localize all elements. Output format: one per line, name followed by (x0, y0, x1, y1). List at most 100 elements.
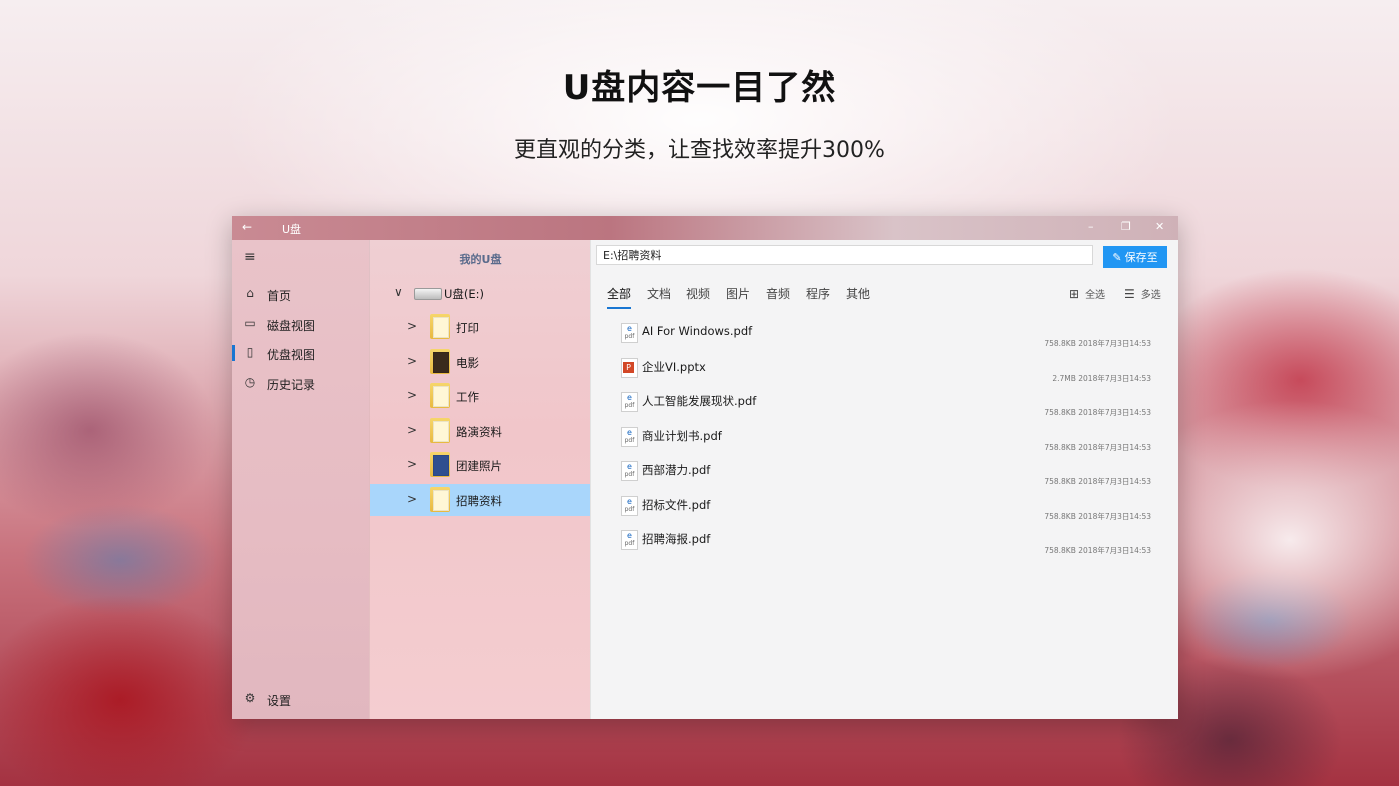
usb-drive-icon (414, 288, 442, 300)
restore-icon[interactable]: ❐ (1121, 220, 1131, 233)
file-row[interactable]: e pdf AI For Windows.pdf 758.8KB 2018年7月3… (621, 319, 1151, 353)
save-to-button[interactable]: ✎ 保存至 (1103, 246, 1167, 268)
folder-icon (430, 487, 450, 512)
file-name: 企业VI.pptx (642, 360, 706, 374)
folder-icon (430, 418, 450, 443)
pdf-file-icon: e pdf (621, 530, 638, 550)
file-row[interactable]: P 企业VI.pptx 2.7MB 2018年7月3日14:53 (621, 354, 1151, 388)
file-name: 商业计划书.pdf (642, 429, 722, 443)
tab-videos[interactable]: 视频 (686, 285, 710, 302)
grid-icon: ⊞ (1069, 287, 1080, 301)
tree-row-label: U盘(E:) (444, 287, 485, 301)
save-to-label: 保存至 (1124, 251, 1158, 264)
file-name: 招标文件.pdf (642, 498, 711, 512)
folder-icon (430, 452, 450, 477)
tree-row-label: 电影 (456, 356, 479, 370)
tab-images[interactable]: 图片 (726, 285, 750, 302)
chevron-right-icon[interactable]: > (407, 354, 417, 368)
pdf-file-icon: e pdf (621, 461, 638, 481)
tree-row-label: 团建照片 (456, 459, 502, 473)
minimize-icon[interactable]: – (1088, 220, 1094, 233)
menu-icon[interactable]: ≡ (244, 249, 256, 265)
file-row[interactable]: e pdf 西部潜力.pdf 758.8KB 2018年7月3日14:53 (621, 457, 1151, 491)
file-row[interactable]: e pdf 商业计划书.pdf 758.8KB 2018年7月3日14:53 (621, 423, 1151, 457)
sidebar-item-home[interactable]: ⌂ 首页 (232, 280, 369, 308)
file-meta: 758.8KB 2018年7月3日14:53 (1044, 339, 1151, 348)
sidebar-item-disk-view[interactable]: ▭ 磁盘视图 (232, 310, 369, 338)
sidebar-item-label: 历史记录 (267, 378, 316, 392)
sidebar: ≡ ⌂ 首页 ▭ 磁盘视图 ▯ 优盘视图 ◷ 历史记录 ⚙ 设置 (232, 240, 369, 719)
chevron-right-icon[interactable]: > (407, 423, 417, 437)
tree-row-label: 路演资料 (456, 425, 502, 439)
file-name: 招聘海报.pdf (642, 532, 711, 546)
tree-row-folder[interactable]: > 电影 (370, 346, 591, 378)
tree-row-label: 打印 (456, 321, 479, 335)
tree-row-folder[interactable]: > 路演资料 (370, 415, 591, 447)
title-bar: ← U盘 – ❐ ✕ (232, 216, 1178, 240)
sidebar-item-history[interactable]: ◷ 历史记录 (232, 369, 369, 397)
pptx-file-icon: P (621, 358, 638, 378)
folder-tree: 我的U盘 ∨ U盘(E:) > 打印 > 电影 > 工作 > 路演资料 > 团建… (369, 240, 591, 719)
file-name: 西部潜力.pdf (642, 463, 711, 477)
tree-row-label: 招聘资料 (456, 494, 502, 508)
chevron-right-icon[interactable]: > (407, 388, 417, 402)
sidebar-item-settings[interactable]: ⚙ 设置 (232, 685, 369, 713)
history-icon: ◷ (244, 375, 256, 389)
file-row[interactable]: e pdf 招聘海报.pdf 758.8KB 2018年7月3日14:53 (621, 526, 1151, 560)
chevron-right-icon[interactable]: > (407, 457, 417, 471)
multi-select-label: 多选 (1140, 290, 1161, 301)
pdf-file-icon: e pdf (621, 427, 638, 447)
path-input[interactable] (596, 245, 1093, 265)
close-icon[interactable]: ✕ (1155, 220, 1164, 233)
sidebar-item-usb-view[interactable]: ▯ 优盘视图 (232, 339, 369, 367)
file-meta: 758.8KB 2018年7月3日14:53 (1044, 546, 1151, 555)
save-icon: ✎ (1112, 251, 1122, 264)
tab-other[interactable]: 其他 (846, 285, 870, 302)
file-panel: ✎保存至 全部 文档 视频 图片 音频 程序 其他 ⊞ 全选 ☰ 多选 epdf A… (590, 240, 1178, 719)
tree-row-drive[interactable]: ∨ U盘(E:) (370, 277, 591, 309)
tree-row-folder[interactable]: > 打印 (370, 311, 591, 343)
chevron-right-icon[interactable]: > (407, 319, 417, 333)
folder-icon (430, 383, 450, 408)
multi-select-button[interactable]: ☰ 多选 (1124, 286, 1161, 301)
pdf-file-icon: e pdf (621, 496, 638, 516)
tab-documents[interactable]: 文档 (647, 285, 671, 302)
tree-row-folder-selected[interactable]: > 招聘资料 (370, 484, 591, 516)
file-meta: 758.8KB 2018年7月3日14:53 (1044, 408, 1151, 417)
file-row[interactable]: e pdf 人工智能发展现状.pdf 758.8KB 2018年7月3日14:53 (621, 388, 1151, 422)
chevron-down-icon[interactable]: ∨ (394, 285, 403, 299)
pdf-file-icon: e pdf (621, 392, 638, 412)
tab-all[interactable]: 全部 (607, 285, 632, 309)
tree-header: 我的U盘 (459, 253, 502, 266)
chevron-right-icon[interactable]: > (407, 492, 417, 506)
sidebar-item-label: 首页 (267, 289, 292, 303)
back-arrow-icon[interactable]: ← (242, 220, 252, 234)
hero-subtitle: 更直观的分类，让查找效率提升300% (514, 138, 885, 163)
file-meta: 758.8KB 2018年7月3日14:53 (1044, 443, 1151, 452)
tab-programs[interactable]: 程序 (806, 285, 830, 302)
sidebar-item-label: 设置 (267, 694, 292, 708)
file-row[interactable]: e pdf 招标文件.pdf 758.8KB 2018年7月3日14:53 (621, 492, 1151, 526)
app-window: ← U盘 – ❐ ✕ ≡ ⌂ 首页 ▭ 磁盘视图 ▯ 优盘视图 ◷ 历史记录 ⚙… (232, 216, 1178, 719)
file-meta: 758.8KB 2018年7月3日14:53 (1044, 477, 1151, 486)
disk-icon: ▭ (244, 316, 256, 330)
sidebar-item-label: 优盘视图 (267, 348, 316, 362)
tree-row-folder[interactable]: > 工作 (370, 380, 591, 412)
folder-icon (430, 314, 450, 339)
file-meta: 758.8KB 2018年7月3日14:53 (1044, 512, 1151, 521)
window-title: U盘 (282, 223, 302, 236)
home-icon: ⌂ (246, 286, 254, 300)
usb-icon: ▯ (246, 345, 254, 359)
select-all-label: 全选 (1085, 290, 1106, 301)
sidebar-item-label: 磁盘视图 (267, 319, 316, 333)
file-name: AI For Windows.pdf (642, 324, 753, 338)
pdf-file-icon: e pdf (621, 323, 638, 343)
file-name: 人工智能发展现状.pdf (642, 394, 757, 408)
select-all-button[interactable]: ⊞ 全选 (1069, 286, 1105, 301)
file-meta: 2.7MB 2018年7月3日14:53 (1052, 374, 1151, 383)
gear-icon: ⚙ (244, 691, 256, 705)
tree-row-folder[interactable]: > 团建照片 (370, 449, 591, 481)
hero-title: U盘内容一目了然 (562, 68, 837, 108)
tab-audio[interactable]: 音频 (766, 285, 790, 302)
tree-row-label: 工作 (456, 390, 479, 404)
